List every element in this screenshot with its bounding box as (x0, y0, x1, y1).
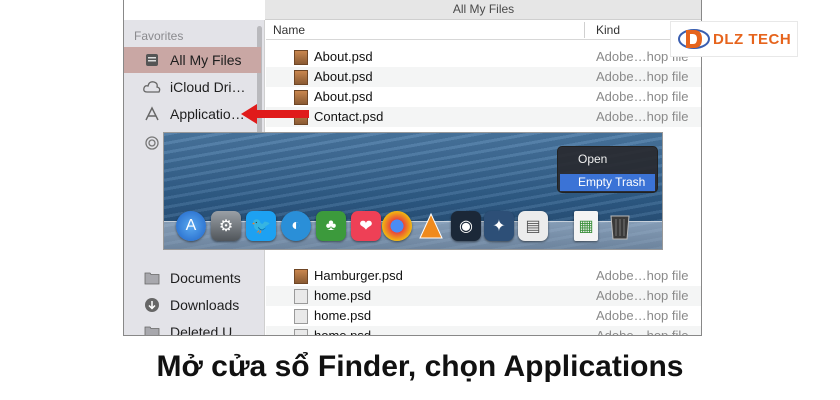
sidebar-item-label: Downloads (170, 297, 240, 313)
column-divider[interactable] (584, 22, 585, 38)
applications-icon (142, 105, 162, 123)
vlc-icon[interactable] (416, 211, 446, 241)
cloud-icon (142, 78, 162, 96)
documents-icon (142, 269, 162, 287)
document-file-icon (294, 309, 308, 324)
sidebar-item-icloud[interactable]: iCloud Dri… (124, 74, 261, 100)
steam-icon[interactable]: ◉ (451, 211, 481, 241)
browser-icon[interactable]: ◐ (281, 211, 311, 241)
file-name: Contact.psd (314, 109, 384, 124)
file-kind: Adobe…hop file (596, 109, 689, 124)
logo-text: DLZ TECH (713, 30, 792, 48)
file-name: Hamburger.psd (314, 268, 403, 283)
file-kind: Adobe…hop file (596, 89, 689, 104)
table-row[interactable]: Hamburger.psd Adobe…hop file (266, 266, 701, 286)
activity-icon[interactable]: ▤ (518, 211, 548, 241)
sidebar-item-label: Deleted U… (170, 324, 247, 336)
file-name: home.psd (314, 308, 372, 323)
annotation-arrow-icon (241, 104, 309, 124)
table-row[interactable]: home.psd Adobe…hop file (266, 326, 701, 336)
file-kind: Adobe…hop file (596, 69, 689, 84)
downloads-icon (142, 296, 162, 314)
trash-icon[interactable] (605, 211, 635, 241)
sidebar-item-all-my-files[interactable]: All My Files (124, 47, 261, 73)
file-kind: Adobe…hop file (596, 288, 689, 303)
airdrop-icon (142, 134, 162, 152)
preferences-icon[interactable]: ⚙ (211, 211, 241, 241)
table-row[interactable]: Contact.psd Adobe…hop file (266, 107, 701, 127)
evernote-icon[interactable]: ♣ (316, 211, 346, 241)
menu-item-empty-trash[interactable]: Empty Trash (560, 174, 655, 191)
table-row[interactable]: About.psd Adobe…hop file (266, 47, 701, 67)
all-files-icon (142, 51, 162, 69)
table-row[interactable]: home.psd Adobe…hop file (266, 306, 701, 326)
sidebar-item-label: All My Files (170, 52, 242, 68)
folder-icon (142, 323, 162, 335)
pocket-icon[interactable]: ❤ (351, 211, 381, 241)
table-row[interactable]: About.psd Adobe…hop file (266, 87, 701, 107)
sidebar-item-label: Applicatio… (170, 106, 245, 122)
dlz-logo-icon (678, 29, 710, 49)
document-icon[interactable]: ▦ (574, 211, 598, 241)
document-file-icon (294, 329, 308, 335)
file-kind: Adobe…hop file (596, 328, 689, 336)
sidebar-item-documents[interactable]: Documents (124, 265, 261, 291)
file-name: About.psd (314, 69, 373, 84)
window-title: All My Files (452, 2, 515, 16)
column-name-header[interactable]: Name (273, 23, 305, 37)
table-row[interactable]: home.psd Adobe…hop file (266, 286, 701, 306)
xcode-icon[interactable]: ✦ (484, 211, 514, 241)
caption: Mở cửa sổ Finder, chọn Applications (156, 350, 684, 383)
title-bar: All My Files (265, 0, 701, 20)
file-name: home.psd (314, 288, 372, 303)
file-kind: Adobe…hop file (596, 308, 689, 323)
brand-logo: DLZ TECH (670, 21, 798, 57)
column-kind-header[interactable]: Kind (596, 23, 620, 37)
file-kind: Adobe…hop file (596, 268, 689, 283)
sidebar-item-label: Documents (170, 270, 241, 286)
menu-item-open[interactable]: Open (560, 151, 655, 168)
table-row[interactable]: About.psd Adobe…hop file (266, 67, 701, 87)
document-file-icon (294, 289, 308, 304)
file-name: home.psd (314, 328, 372, 336)
twitter-icon[interactable]: 🐦 (246, 211, 276, 241)
file-name: About.psd (314, 89, 373, 104)
file-name: About.psd (314, 49, 373, 64)
psd-file-icon (294, 70, 308, 85)
sidebar-section-favorites: Favorites (134, 29, 184, 43)
psd-file-icon (294, 269, 308, 284)
app-store-icon[interactable]: A (176, 211, 206, 241)
column-header: Name Kind (266, 20, 701, 40)
sidebar-item-label: iCloud Dri… (170, 79, 246, 95)
sidebar-item-downloads[interactable]: Downloads (124, 292, 261, 318)
sidebar-item-deleted[interactable]: Deleted U… (124, 319, 261, 336)
trash-context-menu: Open Empty Trash (557, 146, 658, 193)
chrome-icon[interactable] (382, 211, 412, 241)
psd-file-icon (294, 50, 308, 65)
